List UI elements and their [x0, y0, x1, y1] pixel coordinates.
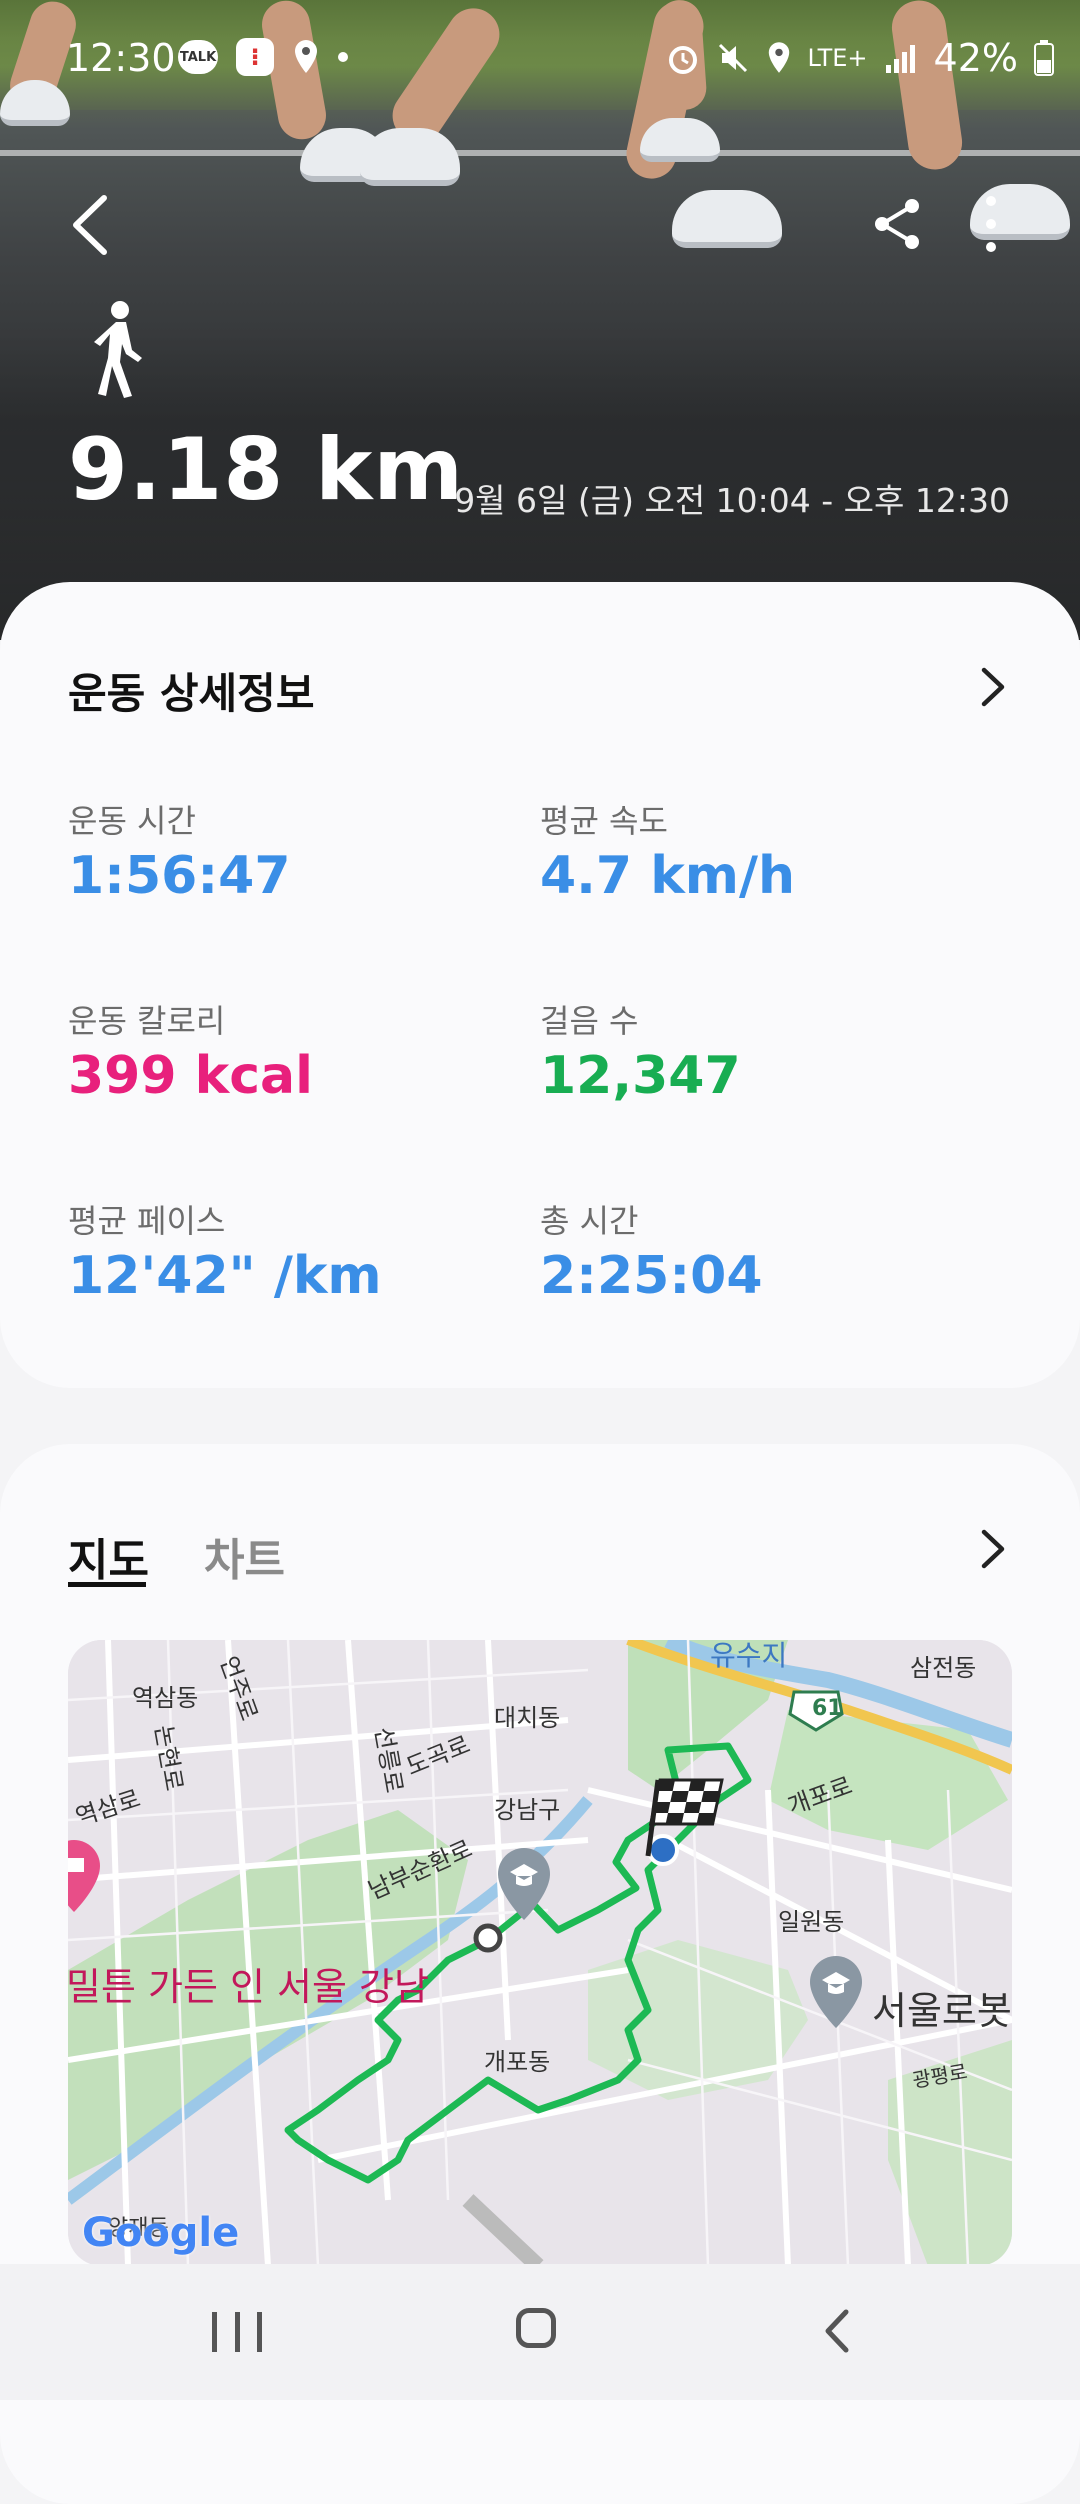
map-label-gaepo: 개포동	[484, 2048, 551, 2076]
network-type: LTE+	[807, 44, 868, 72]
back-arrow-icon[interactable]	[60, 190, 120, 260]
stat-label-total-time: 총 시간	[540, 1202, 639, 1240]
runner-shoe	[360, 128, 460, 186]
total-distance: 9.18 km	[68, 420, 464, 520]
home-button[interactable]	[516, 2308, 556, 2348]
chevron-right-icon[interactable]	[978, 664, 1008, 710]
mute-icon	[718, 43, 747, 73]
navigation-bar	[0, 2264, 1080, 2400]
recents-bar	[234, 2312, 240, 2352]
system-icons: LTE+ 42%	[666, 36, 1054, 80]
stat-value-avg-speed: 4.7 km/h	[540, 846, 795, 906]
signal-icon	[885, 45, 915, 73]
tab-chart[interactable]: 차트	[204, 1524, 285, 1588]
app-notification-icon: ⁝	[236, 38, 274, 76]
header-photo	[0, 0, 1080, 640]
stat-label-steps: 걸음 수	[540, 1002, 639, 1040]
walking-person-icon	[94, 301, 142, 398]
dot-icon	[338, 52, 348, 62]
recents-bar	[257, 2312, 262, 2352]
recents-button[interactable]	[212, 2312, 262, 2352]
stat-value-calories: 399 kcal	[68, 1046, 313, 1106]
battery-icon	[1034, 40, 1054, 76]
talk-icon: TALK	[178, 40, 218, 74]
stat-value-exercise-time: 1:56:47	[68, 846, 291, 906]
location-icon	[768, 42, 789, 73]
stat-label-exercise-time: 운동 시간	[68, 802, 196, 840]
menu-dot	[986, 242, 996, 252]
location-icon	[295, 40, 317, 73]
map-label-robot: 서울로봇	[872, 1989, 1012, 2033]
alarm-icon	[668, 46, 697, 74]
chevron-right-icon[interactable]	[978, 1526, 1008, 1572]
map-label-yeoksam: 역삼동	[132, 1684, 199, 1712]
map-label-hotel: 밀튼 가든 인 서울 강남	[68, 1965, 429, 2009]
menu-dot	[986, 219, 996, 229]
status-bar: 12:30 TALK ⁝ LTE+ 42%	[0, 30, 1080, 90]
runner-shoe	[672, 190, 782, 248]
map-label-gangnam: 강남구	[494, 1796, 561, 1824]
stat-label-calories: 운동 칼로리	[68, 1002, 226, 1040]
more-options-icon[interactable]	[982, 196, 1000, 252]
map-label-river: 유수지	[710, 1640, 788, 1672]
menu-dot	[986, 196, 996, 206]
nav-back-icon[interactable]	[822, 2306, 852, 2356]
map-label-daechi: 대치동	[494, 1704, 561, 1732]
map-label-route-number: 61	[812, 1696, 843, 1721]
active-tab-indicator	[68, 1582, 146, 1587]
details-title: 운동 상세정보	[68, 669, 315, 718]
status-time: 12:30	[66, 36, 176, 80]
notification-icons: TALK ⁝	[178, 38, 348, 76]
google-logo: Google	[82, 2210, 240, 2256]
route-map[interactable]: 역삼동 삼전동 강남구 대치동 개포동 일원동 개포로 역삼로 언주로 논현로 …	[68, 1640, 1012, 2266]
map-label-ilwon: 일원동	[778, 1908, 845, 1936]
map-background	[68, 1640, 1012, 2266]
share-icon[interactable]	[870, 196, 926, 252]
map-label-samjeon: 삼전동	[910, 1654, 977, 1682]
runner-shoe	[640, 118, 720, 162]
stat-value-avg-pace: 12'42" /km	[68, 1246, 382, 1306]
tab-map[interactable]: 지도	[68, 1524, 149, 1588]
battery-percent: 42%	[933, 36, 1018, 80]
stat-value-total-time: 2:25:04	[540, 1246, 763, 1306]
recents-bar	[212, 2312, 217, 2352]
workout-date-range: 9월 6일 (금) 오전 10:04 - 오후 12:30	[454, 481, 1010, 520]
stat-label-avg-pace: 평균 페이스	[68, 1202, 226, 1240]
stat-value-steps: 12,347	[540, 1046, 741, 1106]
stat-label-avg-speed: 평균 속도	[540, 802, 668, 840]
